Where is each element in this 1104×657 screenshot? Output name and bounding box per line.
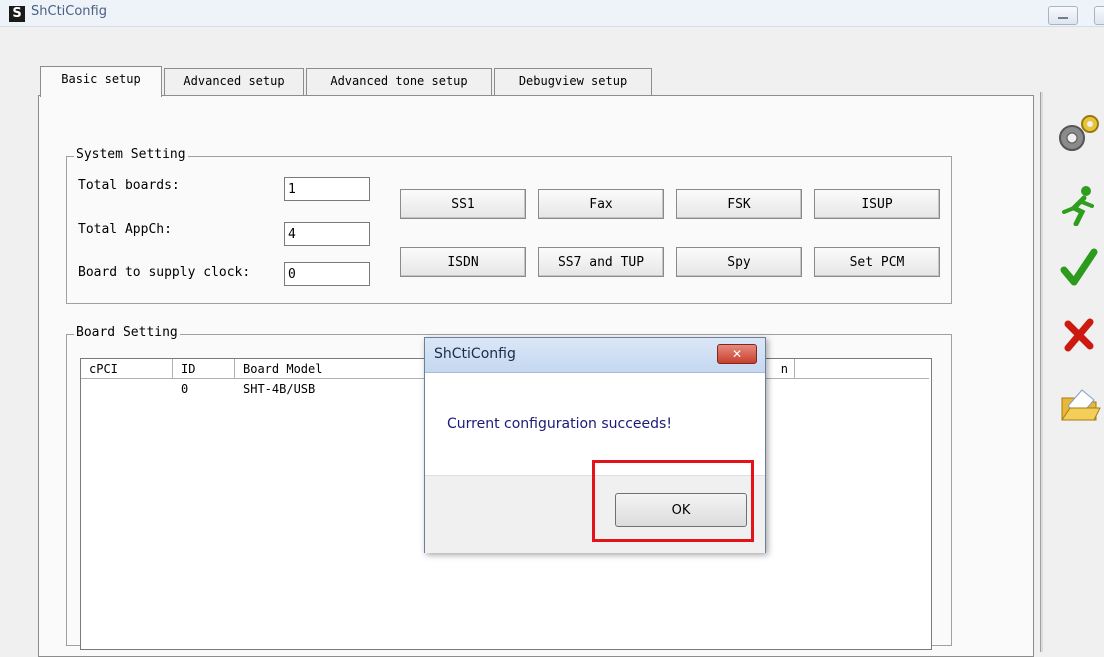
tab-debugview-setup[interactable]: Debugview setup	[494, 68, 652, 95]
cell-id: 0	[181, 382, 189, 396]
column-header-cpci[interactable]: cPCI	[81, 359, 173, 379]
total-boards-label: Total boards:	[78, 178, 180, 193]
highlight-box	[592, 460, 754, 542]
cell-board-model: SHT-4B/USB	[243, 382, 316, 396]
board-setting-label: Board Setting	[74, 325, 180, 340]
column-header-blank[interactable]	[795, 359, 929, 379]
isup-button[interactable]: ISUP	[814, 189, 940, 219]
tab-advanced-tone-setup[interactable]: Advanced tone setup	[306, 68, 492, 95]
window-title: ShCtiConfig	[31, 4, 107, 19]
supply-clock-label: Board to supply clock:	[78, 265, 251, 280]
fax-button[interactable]: Fax	[538, 189, 664, 219]
supply-clock-input[interactable]: 0	[284, 262, 370, 286]
toolbar-separator	[1040, 92, 1043, 652]
column-header-id[interactable]: ID	[173, 359, 235, 379]
system-setting-label: System Setting	[74, 147, 188, 162]
title-bar	[0, 0, 1104, 27]
maximize-button[interactable]	[1094, 6, 1104, 25]
total-appch-label: Total AppCh:	[78, 222, 172, 237]
isdn-button[interactable]: ISDN	[400, 247, 526, 277]
system-setting-group	[66, 156, 952, 304]
tab-advanced-setup[interactable]: Advanced setup	[164, 68, 304, 95]
checkmark-icon[interactable]	[1060, 248, 1098, 286]
red-x-icon[interactable]	[1062, 318, 1096, 352]
dialog-message: Current configuration succeeds!	[447, 416, 672, 432]
ss7-tup-button[interactable]: SS7 and TUP	[538, 247, 664, 277]
minimize-icon	[1058, 17, 1068, 19]
total-boards-input[interactable]: 1	[284, 177, 370, 201]
app-logo-icon: S	[9, 6, 25, 22]
dialog-close-icon[interactable]: ✕	[717, 344, 757, 364]
tab-basic-setup[interactable]: Basic setup	[40, 66, 162, 97]
running-man-icon[interactable]	[1058, 184, 1100, 226]
total-appch-input[interactable]: 4	[284, 222, 370, 246]
gears-icon[interactable]	[1056, 112, 1102, 154]
fsk-button[interactable]: FSK	[676, 189, 802, 219]
set-pcm-button[interactable]: Set PCM	[814, 247, 940, 277]
minimize-button[interactable]	[1048, 6, 1078, 25]
open-folder-icon[interactable]	[1058, 386, 1102, 426]
spy-button[interactable]: Spy	[676, 247, 802, 277]
dialog-title: ShCtiConfig	[434, 346, 516, 362]
ss1-button[interactable]: SS1	[400, 189, 526, 219]
